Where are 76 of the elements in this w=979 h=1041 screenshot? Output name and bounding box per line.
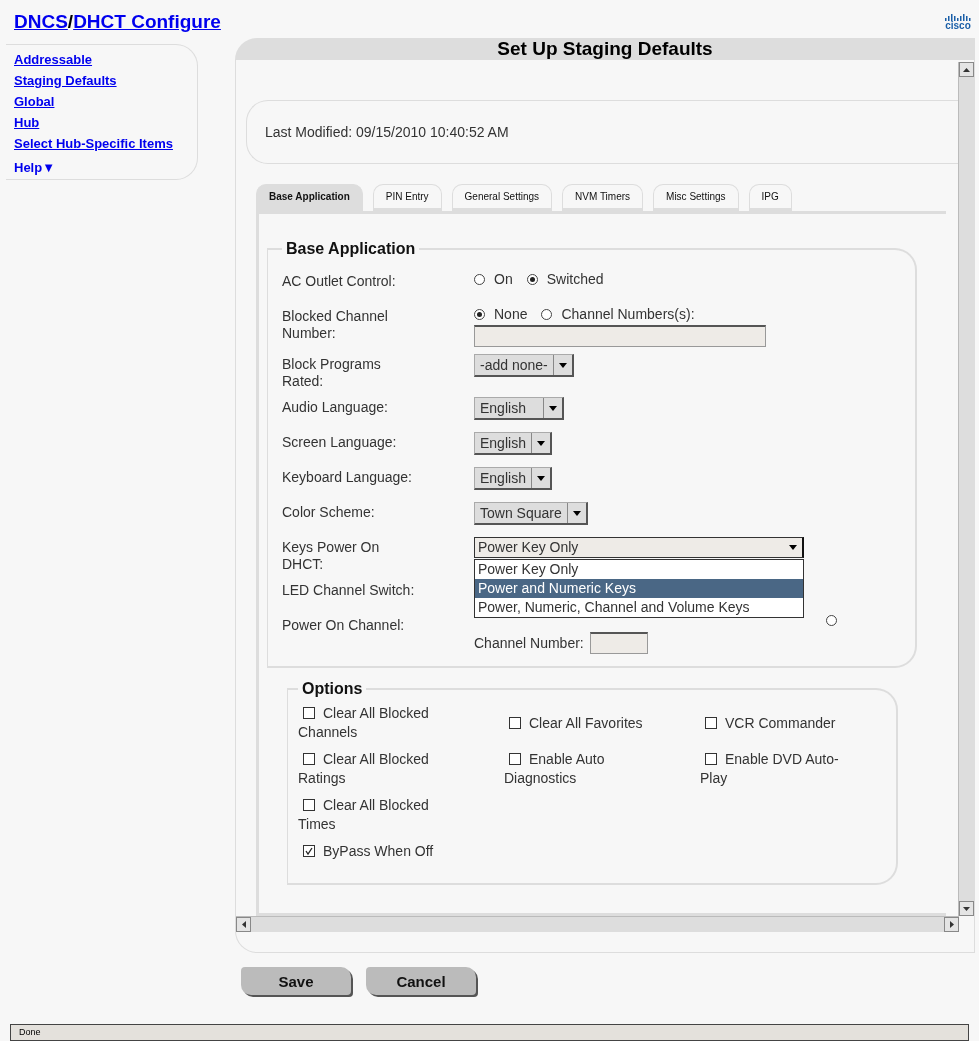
select-dropdown[interactable]: Town Square xyxy=(474,502,588,525)
field-label: Screen Language: xyxy=(282,433,398,451)
dropdown-arrow-icon xyxy=(548,405,557,411)
radio-label: On xyxy=(494,271,513,287)
dropdown-option[interactable]: Power Key Only xyxy=(475,560,803,579)
select-dropdown[interactable]: English xyxy=(474,467,552,490)
radio-button[interactable] xyxy=(541,308,553,320)
radio-button[interactable] xyxy=(826,615,837,626)
tab[interactable]: General Settings xyxy=(451,184,553,211)
channel-number-field[interactable] xyxy=(589,632,648,654)
dropdown-option[interactable]: Power and Numeric Keys xyxy=(475,579,803,598)
title-separator: / xyxy=(67,11,74,32)
checkmark-icon xyxy=(304,846,314,856)
select-dropdown[interactable]: -add none- xyxy=(474,354,574,377)
sidebar-link[interactable]: Hub xyxy=(14,112,40,133)
vertical-scrollbar[interactable] xyxy=(958,62,974,916)
checkbox-option[interactable]: Enable DVD Auto-Play xyxy=(700,750,850,788)
section-title: Options xyxy=(301,680,364,698)
form-button[interactable]: Cancel xyxy=(366,967,476,995)
field-label: Blocked Channel Number: xyxy=(282,307,389,342)
dropdown-arrow-icon xyxy=(536,475,545,481)
checkbox-option[interactable]: Clear All Blocked Channels xyxy=(298,704,458,742)
channel-numbers-field[interactable] xyxy=(474,325,766,347)
sidebar-link[interactable]: Select Hub-Specific Items xyxy=(14,133,173,154)
radio-button[interactable] xyxy=(526,273,538,285)
form-button[interactable]: Save xyxy=(241,967,351,995)
radio-label: Switched xyxy=(546,271,604,287)
radio-button[interactable] xyxy=(474,308,485,320)
scroll-right-icon[interactable] xyxy=(949,921,954,928)
sidebar-link[interactable]: Global xyxy=(14,91,55,112)
field-label: Block Programs Rated: xyxy=(282,355,382,390)
checkbox-option[interactable]: Clear All Blocked Ratings xyxy=(298,750,458,788)
field-label: Color Scheme: xyxy=(282,503,376,521)
scroll-up-icon[interactable] xyxy=(963,67,970,72)
bars-icon xyxy=(945,13,971,21)
radio-button[interactable] xyxy=(474,273,485,285)
horizontal-scrollbar[interactable] xyxy=(236,916,959,932)
title-link[interactable]: DNCS xyxy=(14,11,68,32)
help-menu[interactable]: Help▼ xyxy=(14,160,56,175)
tab[interactable]: IPG xyxy=(748,184,792,211)
section-title: Base Application xyxy=(285,240,417,258)
checkbox-option[interactable]: ByPass When Off xyxy=(298,842,458,861)
checkbox-option[interactable]: VCR Commander xyxy=(700,713,850,733)
radio-label: Channel Numbers(s): xyxy=(561,306,695,322)
radio-label: None xyxy=(494,306,528,322)
dropdown-arrow-icon xyxy=(558,362,567,368)
dropdown-arrow-icon xyxy=(789,545,797,550)
scroll-down-icon[interactable] xyxy=(963,906,970,911)
tab[interactable]: Base Application xyxy=(256,184,363,211)
field-label: Keyboard Language: xyxy=(282,468,413,486)
last-modified-text: Last Modified: 09/15/2010 10:40:52 AM xyxy=(246,100,958,164)
tab[interactable]: Misc Settings xyxy=(653,184,739,211)
tab[interactable]: NVM Timers xyxy=(562,184,644,211)
dropdown-arrow-icon xyxy=(572,510,581,516)
select-dropdown[interactable]: English xyxy=(474,432,552,455)
title-link[interactable]: DHCT Configure xyxy=(73,11,221,32)
sidebar-link[interactable]: Staging Defaults xyxy=(14,70,117,91)
field-label: LED Channel Switch: xyxy=(282,581,416,599)
logo: cisco xyxy=(945,13,971,31)
field-label: AC Outlet Control: xyxy=(282,272,397,290)
field-label: Power On Channel: xyxy=(282,616,406,634)
scroll-left-icon[interactable] xyxy=(241,921,246,928)
sidebar-link[interactable]: Addressable xyxy=(14,49,93,70)
tab[interactable]: PIN Entry xyxy=(372,184,442,211)
dropdown-arrow-icon xyxy=(536,440,545,446)
dropdown-option[interactable]: Power, Numeric, Channel and Volume Keys xyxy=(475,598,803,617)
field-label: Keys Power On DHCT: xyxy=(282,538,381,573)
select-dropdown[interactable]: English xyxy=(474,397,564,420)
page-title: Set Up Staging Defaults xyxy=(235,38,975,60)
status-bar: Done xyxy=(10,1024,969,1041)
field-label: Channel Number: xyxy=(474,635,584,651)
checkbox-option[interactable]: Clear All Blocked Times xyxy=(298,796,458,834)
checkbox-option[interactable]: Enable Auto Diagnostics xyxy=(504,750,654,788)
select-dropdown[interactable]: Power Key Only xyxy=(474,537,804,558)
field-label: Audio Language: xyxy=(282,398,389,416)
checkbox-option[interactable]: Clear All Favorites xyxy=(504,713,654,733)
